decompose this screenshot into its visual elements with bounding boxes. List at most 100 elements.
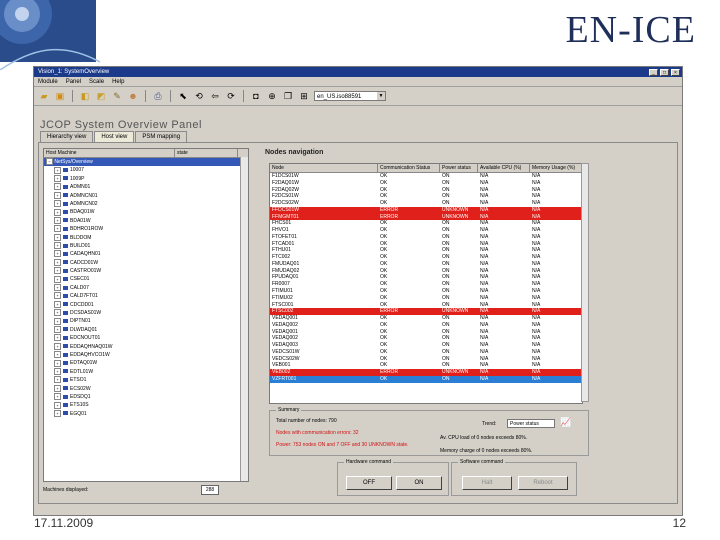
tree-item[interactable]: + CASTRO01W	[44, 267, 248, 275]
tree-item[interactable]: + EDDAQHNAQ01W	[44, 342, 248, 351]
expand-icon[interactable]: +	[54, 183, 61, 191]
table-row[interactable]: F1DCS01W OK ON N/A N/A	[270, 173, 582, 180]
tree-item[interactable]: + EDTAQ01W	[44, 359, 248, 367]
tree-item[interactable]: + EDCNOUT01	[44, 334, 248, 342]
table-row[interactable]: FHVO1 OK ON N/A N/A	[270, 227, 582, 234]
maximize-button[interactable]: □	[660, 68, 669, 76]
panel-icon[interactable]: ◩	[95, 90, 107, 102]
zoom-icon[interactable]: ⊕	[266, 90, 278, 102]
table-row[interactable]: FMUDAQ02 OK ON N/A N/A	[270, 268, 582, 275]
trend-select[interactable]: Power status	[507, 419, 555, 428]
tree-header-state[interactable]: state	[175, 149, 238, 157]
table-row[interactable]: FTCAD01 OK ON N/A N/A	[270, 241, 582, 248]
minimize-button[interactable]: _	[649, 68, 658, 76]
table-row[interactable]: F2DCS02W OK ON N/A N/A	[270, 200, 582, 207]
expand-icon[interactable]: +	[54, 216, 61, 224]
table-row[interactable]: FR0007 OK ON N/A N/A	[270, 281, 582, 288]
on-button[interactable]: ON	[396, 476, 442, 490]
tree-item[interactable]: + ETS10S	[44, 401, 248, 409]
tree-item[interactable]: + CSEC01	[44, 275, 248, 283]
halt-button[interactable]: Halt	[462, 476, 512, 490]
tree-root[interactable]: − NetSys/Overview	[44, 158, 248, 167]
expand-icon[interactable]: +	[54, 225, 61, 233]
tree-item[interactable]: + ADMNCN02	[44, 200, 248, 208]
menu-module[interactable]: Module	[38, 79, 58, 85]
tree-item[interactable]: + CADCD01W	[44, 258, 248, 267]
expand-icon[interactable]: +	[54, 409, 61, 417]
tree-item[interactable]: + BDA01W	[44, 216, 248, 225]
table-row[interactable]: FHCS01 OK ON N/A N/A	[270, 220, 582, 227]
tree-item[interactable]: + BUILD01	[44, 242, 248, 250]
table-row[interactable]: FPUDAQ01 OK ON N/A N/A	[270, 274, 582, 281]
expand-icon[interactable]: +	[54, 401, 61, 409]
table-row[interactable]: VEDCS02W OK ON N/A N/A	[270, 356, 582, 363]
tree-item[interactable]: + CDCDD01	[44, 300, 248, 309]
expand-icon[interactable]: +	[54, 325, 61, 333]
menu-help[interactable]: Help	[112, 79, 124, 85]
print-icon[interactable]: ⎙	[152, 90, 164, 102]
expand-icon[interactable]: +	[54, 367, 61, 375]
tree-item[interactable]: + ADMNCN01	[44, 191, 248, 200]
tree-item[interactable]: + EGQ01	[44, 409, 248, 418]
tree-item[interactable]: + BLDDOM	[44, 233, 248, 242]
tree-item[interactable]: +10007	[44, 166, 248, 174]
table-row[interactable]: VEB002 ERROR UNKNOWN N/A N/A	[270, 369, 582, 376]
expand-icon[interactable]: +	[54, 359, 61, 367]
nodes-scrollbar[interactable]	[581, 163, 589, 402]
expand-icon[interactable]: +	[54, 376, 61, 384]
expand-icon[interactable]: +	[54, 200, 61, 208]
expand-icon[interactable]: +	[54, 275, 61, 283]
col-power-status[interactable]: Power status	[440, 164, 478, 172]
table-row[interactable]: FTSC001 OK ON N/A N/A	[270, 302, 582, 309]
col-available-cpu[interactable]: Available CPU (%)	[478, 164, 530, 172]
table-row[interactable]: F2DAQ01W OK ON N/A N/A	[270, 180, 582, 187]
table-row[interactable]: VEDAQ003 OK ON N/A N/A	[270, 342, 582, 349]
expand-icon[interactable]: +	[54, 309, 61, 317]
expand-icon[interactable]: +	[54, 258, 61, 266]
table-row[interactable]: VEDAQ001 OK ON N/A N/A	[270, 315, 582, 322]
expand-icon[interactable]: +	[54, 393, 61, 401]
table-row[interactable]: VZFRT001 OK ON N/A N/A	[270, 375, 582, 383]
select-icon[interactable]: ⬉	[177, 90, 189, 102]
tree-item[interactable]: + CALD7FT01	[44, 292, 248, 300]
expand-icon[interactable]: +	[54, 334, 61, 342]
col-memory-usage[interactable]: Memory Usage (%)	[530, 164, 582, 172]
save-icon[interactable]: ▣	[54, 90, 66, 102]
table-row[interactable]: F2DCS01W OK ON N/A N/A	[270, 193, 582, 200]
tree-item[interactable]: + DIPTN01	[44, 317, 248, 325]
tree-item[interactable]: + EDDAQHVCO1W	[44, 351, 248, 359]
expand-icon[interactable]: +	[54, 242, 61, 250]
expand-icon[interactable]: +	[54, 292, 61, 300]
table-row[interactable]: FTOFET01 OK ON N/A N/A	[270, 234, 582, 241]
table-row[interactable]: VEDAQ002 OK ON N/A N/A	[270, 322, 582, 329]
tools-icon[interactable]: ✎	[111, 90, 123, 102]
expand-icon[interactable]: +	[54, 191, 61, 199]
menu-scale[interactable]: Scale	[89, 79, 104, 85]
tree-item[interactable]: + CADAQHN01	[44, 250, 248, 258]
language-select[interactable]: en_US.iso88591 ▼	[314, 91, 386, 101]
expand-icon[interactable]: +	[54, 300, 61, 308]
close-button[interactable]: ×	[671, 68, 680, 76]
module-icon[interactable]: ◧	[79, 90, 91, 102]
trend-chart-icon[interactable]: 📈	[560, 417, 571, 428]
menu-panel[interactable]: Panel	[66, 79, 81, 85]
expand-icon[interactable]: +	[54, 233, 61, 241]
collapse-icon[interactable]: −	[46, 158, 53, 166]
tree-item[interactable]: + ECS02W	[44, 384, 248, 393]
table-row[interactable]: FFDCS01W ERROR UNKNOWN N/A N/A	[270, 206, 582, 214]
expand-icon[interactable]: +	[54, 166, 61, 174]
tree-item[interactable]: + ADMN01	[44, 183, 248, 191]
expand-icon[interactable]: +	[54, 208, 61, 216]
table-row[interactable]: FTC002 OK ON N/A N/A	[270, 254, 582, 261]
copy-icon[interactable]: ❐	[282, 90, 294, 102]
tree-item[interactable]: + ETSO1	[44, 376, 248, 384]
table-row[interactable]: VEDCS01W OK ON N/A N/A	[270, 349, 582, 356]
table-row[interactable]: VEDAQ002 OK ON N/A N/A	[270, 335, 582, 342]
tree-item[interactable]: + EDSDQ1	[44, 393, 248, 401]
open-folder-icon[interactable]: ▰	[38, 90, 50, 102]
tree-item[interactable]: + BDHRO1ROW	[44, 225, 248, 233]
tree-icon[interactable]: ⊞	[298, 90, 310, 102]
tree-item[interactable]: + EDTL01W	[44, 367, 248, 376]
expand-icon[interactable]: +	[54, 267, 61, 275]
camera-icon[interactable]: ◘	[250, 90, 262, 102]
